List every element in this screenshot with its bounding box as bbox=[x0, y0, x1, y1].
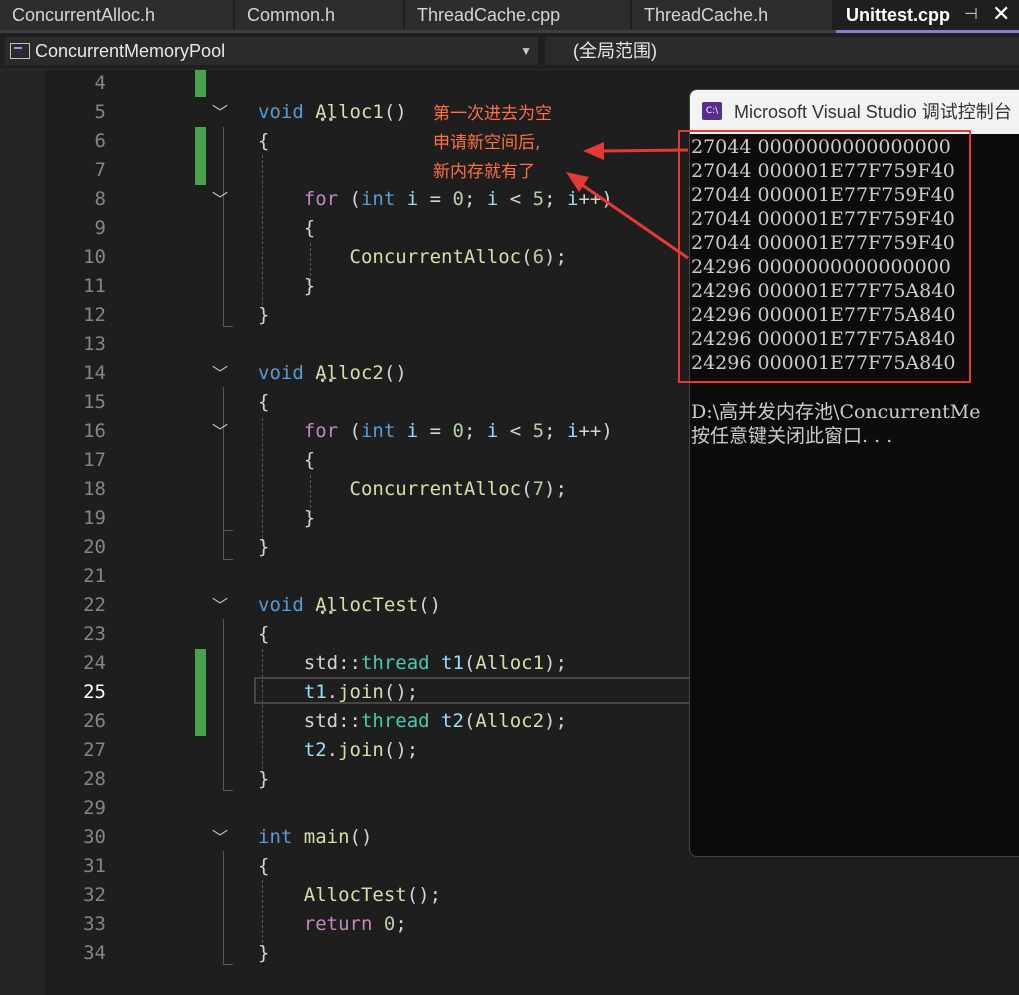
fold-chevron-icon[interactable]: ﹀ bbox=[212, 359, 228, 388]
close-tab-icon[interactable]: ✕ bbox=[992, 2, 1010, 27]
line-number: 13 bbox=[83, 333, 106, 355]
navigation-bar: ConcurrentMemoryPool ▼ (全局范围) bbox=[0, 33, 1019, 70]
fold-chevron-icon[interactable]: ﹀ bbox=[212, 823, 228, 852]
code-line: 32 AllocTest(); bbox=[0, 881, 1019, 910]
code-text: } bbox=[258, 942, 270, 964]
code-text: { bbox=[258, 449, 316, 471]
code-text: return 0; bbox=[303, 913, 407, 935]
annotation-note: 第一次进去为空 申请新空间后, 新内存就有了 bbox=[433, 100, 552, 187]
line-number: 11 bbox=[83, 275, 106, 297]
line-number: 32 bbox=[83, 884, 106, 906]
tab-threadcache-h[interactable]: ThreadCache.h bbox=[632, 0, 832, 30]
codelens-dots-icon[interactable]: •• bbox=[319, 113, 335, 127]
annotation-line: 申请新空间后, bbox=[433, 133, 541, 153]
annotation-line: 新内存就有了 bbox=[433, 162, 535, 182]
line-number: 27 bbox=[83, 739, 106, 761]
code-text: { bbox=[258, 391, 270, 413]
code-text: std::thread t1(Alloc1); bbox=[258, 652, 567, 674]
code-text: { bbox=[258, 855, 270, 877]
pin-tab-icon[interactable]: ⊣ bbox=[964, 4, 978, 23]
line-number: 21 bbox=[83, 565, 106, 587]
line-number: 14 bbox=[83, 362, 106, 384]
line-number: 24 bbox=[83, 652, 106, 674]
tab-concurrentalloc-h[interactable]: ConcurrentAlloc.h bbox=[0, 0, 233, 30]
line-number: 34 bbox=[83, 942, 106, 964]
codelens-dots-icon[interactable]: •• bbox=[319, 374, 335, 388]
code-line: 33 return 0; bbox=[0, 910, 1019, 939]
line-number: 5 bbox=[94, 101, 106, 123]
highlight-box bbox=[678, 130, 971, 383]
code-text: ConcurrentAlloc(7); bbox=[349, 478, 567, 500]
code-text: ConcurrentAlloc(6); bbox=[349, 246, 567, 268]
code-text: } bbox=[258, 275, 316, 297]
scope-label: (全局范围) bbox=[573, 41, 657, 61]
line-number: 19 bbox=[83, 507, 106, 529]
line-number: 25 bbox=[83, 681, 106, 703]
line-number: 33 bbox=[83, 913, 106, 935]
line-number: 4 bbox=[94, 72, 106, 94]
code-text: } bbox=[258, 304, 270, 326]
fold-chevron-icon[interactable]: ﹀ bbox=[212, 98, 228, 127]
code-text: for (int i = 0; i < 5; i++) bbox=[303, 420, 613, 442]
line-number: 8 bbox=[94, 188, 106, 210]
tab-unittest-cpp[interactable]: Unittest.cpp bbox=[834, 0, 959, 30]
fold-chevron-icon[interactable]: ﹀ bbox=[212, 417, 228, 446]
chevron-down-icon[interactable]: ▼ bbox=[520, 37, 532, 65]
fold-chevron-icon[interactable]: ﹀ bbox=[212, 591, 228, 620]
code-text: { bbox=[258, 130, 270, 152]
code-text: { bbox=[258, 217, 316, 239]
scope-dropdown[interactable]: (全局范围) bbox=[545, 37, 1019, 65]
codelens-dots-icon[interactable]: •• bbox=[319, 606, 335, 620]
code-text: void AllocTest() bbox=[258, 594, 442, 616]
console-press-key-line: 按任意键关闭此窗口. . . bbox=[691, 425, 893, 447]
line-number: 16 bbox=[83, 420, 106, 442]
annotation-line: 第一次进去为空 bbox=[433, 104, 552, 124]
code-text: } bbox=[258, 507, 316, 529]
line-number: 10 bbox=[83, 246, 106, 268]
tab-common-h[interactable]: Common.h bbox=[235, 0, 403, 30]
console-app-icon: C:\ bbox=[702, 102, 722, 120]
code-text: } bbox=[258, 768, 270, 790]
fold-chevron-icon[interactable]: ﹀ bbox=[212, 185, 228, 214]
code-line: 34} bbox=[0, 939, 1019, 968]
code-text: t2.join(); bbox=[303, 739, 419, 761]
code-text: int main() bbox=[258, 826, 373, 848]
console-path-line: D:\高并发内存池\ConcurrentMe bbox=[691, 401, 981, 423]
line-number: 28 bbox=[83, 768, 106, 790]
line-number: 18 bbox=[83, 478, 106, 500]
line-number: 26 bbox=[83, 710, 106, 732]
code-text: } bbox=[258, 536, 270, 558]
code-text: t1.join(); bbox=[303, 681, 419, 703]
line-number: 6 bbox=[94, 130, 106, 152]
code-text: { bbox=[258, 623, 270, 645]
line-number: 31 bbox=[83, 855, 106, 877]
project-icon bbox=[10, 43, 30, 59]
code-text: std::thread t2(Alloc2); bbox=[258, 710, 567, 732]
line-number: 30 bbox=[83, 826, 106, 848]
project-dropdown[interactable]: ConcurrentMemoryPool ▼ bbox=[5, 37, 538, 65]
console-titlebar[interactable]: C:\ Microsoft Visual Studio 调试控制台 bbox=[690, 90, 1019, 134]
line-number: 23 bbox=[83, 623, 106, 645]
line-number: 29 bbox=[83, 797, 106, 819]
tab-bar: ConcurrentAlloc.h Common.h ThreadCache.c… bbox=[0, 0, 1019, 32]
line-number: 22 bbox=[83, 594, 106, 616]
line-number: 7 bbox=[94, 159, 106, 181]
line-number: 9 bbox=[94, 217, 106, 239]
line-number: 12 bbox=[83, 304, 106, 326]
project-name: ConcurrentMemoryPool bbox=[35, 41, 226, 61]
code-text: AllocTest(); bbox=[303, 884, 442, 906]
line-number: 17 bbox=[83, 449, 106, 471]
console-title: Microsoft Visual Studio 调试控制台 bbox=[734, 102, 1012, 122]
line-number: 20 bbox=[83, 536, 106, 558]
line-number: 15 bbox=[83, 391, 106, 413]
tab-threadcache-cpp[interactable]: ThreadCache.cpp bbox=[405, 0, 630, 30]
code-text: for (int i = 0; i < 5; i++) bbox=[303, 188, 613, 210]
